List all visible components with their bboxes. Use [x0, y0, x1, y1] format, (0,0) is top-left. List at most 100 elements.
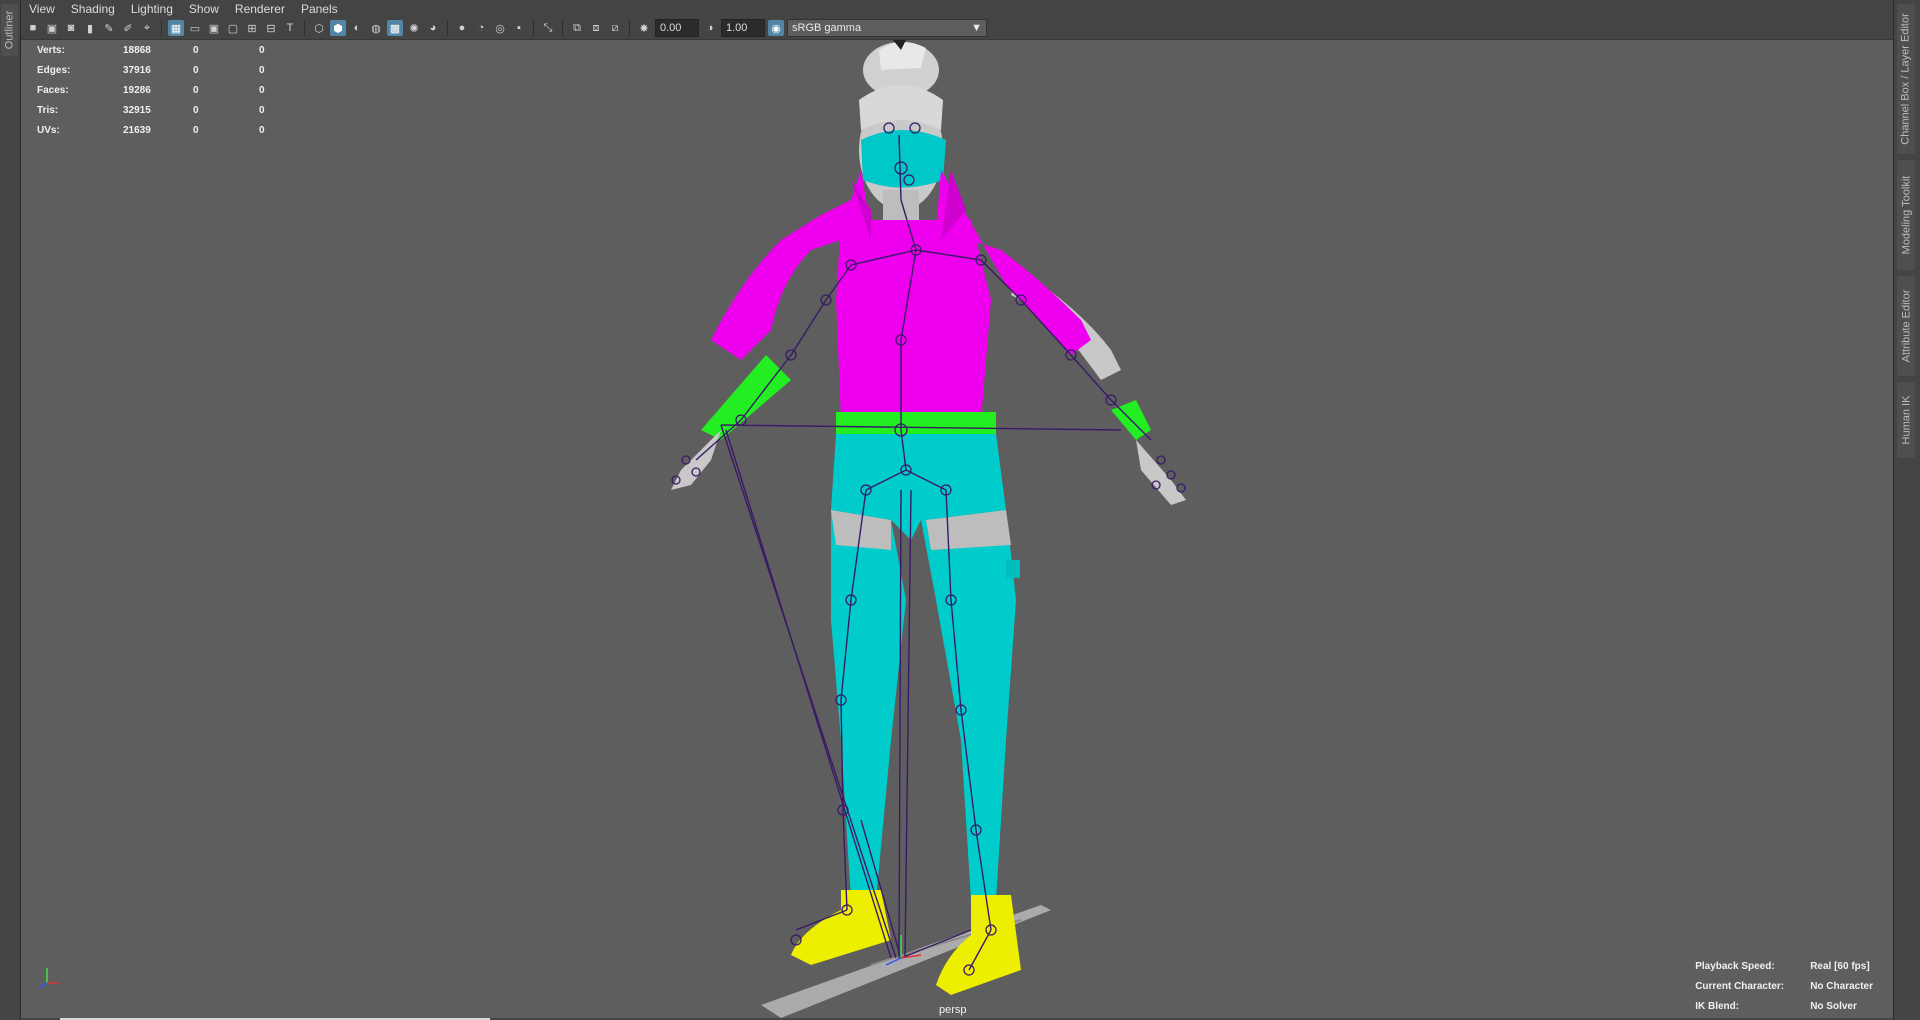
xray-icon[interactable]: ⧉ [569, 20, 585, 36]
image-plane-icon[interactable]: ▮ [82, 20, 98, 36]
hud-label: Faces: [37, 84, 69, 96]
toolbar-divider [447, 20, 448, 36]
safe-title-icon[interactable]: T [282, 20, 298, 36]
character-scene [38, 40, 1186, 1018]
field-chart-icon[interactable]: ⊞ [244, 20, 260, 36]
viewport-persp[interactable]: Verts: 18868 0 0 Edges: 37916 0 0 Faces:… [21, 40, 1893, 1018]
hud-value: 21639 [123, 124, 151, 136]
hud-row-playback-speed: Playback Speed: Real [60 fps] [1695, 956, 1873, 976]
film-gate-icon[interactable]: ▭ [187, 20, 203, 36]
tab-channel-box-label: Channel Box / Layer Editor [1900, 13, 1912, 145]
hud-label: UVs: [37, 124, 60, 136]
hud-value: 0 [193, 64, 199, 76]
backface-culling-icon[interactable]: ⧄ [607, 20, 623, 36]
toolbar-divider [562, 20, 563, 36]
default-material-icon[interactable]: ◐ [349, 20, 365, 36]
menu-lighting[interactable]: Lighting [123, 2, 181, 16]
tab-modeling-toolkit-label: Modeling Toolkit [1900, 175, 1912, 255]
tab-attribute-editor[interactable]: Attribute Editor [1897, 276, 1915, 376]
screen-space-ao-icon[interactable]: ● [454, 20, 470, 36]
pants [831, 434, 1020, 900]
hud-label: Current Character: [1695, 980, 1785, 992]
menu-view[interactable]: View [21, 2, 63, 16]
camera-tool-icon[interactable]: ⌖ [139, 20, 155, 36]
anti-aliasing-icon[interactable]: ◎ [492, 20, 508, 36]
hud-value: Real [60 fps] [1810, 960, 1870, 972]
exposure-field[interactable]: 0.00 [655, 19, 699, 37]
gamma-icon[interactable]: ◑ [702, 20, 718, 36]
hud-value: No Character [1810, 980, 1873, 992]
use-all-lights-icon[interactable]: ✺ [406, 20, 422, 36]
tab-human-ik-label: Human IK [1900, 395, 1913, 445]
hud-value: 32915 [123, 104, 151, 116]
color-space-dropdown[interactable]: sRGB gamma ▼ [787, 19, 987, 37]
hud-value: 0 [193, 124, 199, 136]
hud-value: 0 [259, 84, 265, 96]
hud-value: 0 [259, 44, 265, 56]
xray-joints-icon[interactable]: ⧈ [588, 20, 604, 36]
menu-panels[interactable]: Panels [293, 2, 346, 16]
color-space-value: sRGB gamma [792, 22, 862, 34]
outliner-strip: Outliner [0, 0, 21, 1020]
camera-name-label: persp [939, 1004, 967, 1016]
toolbar-divider [304, 20, 305, 36]
outliner-tab-label: Outliner [3, 10, 16, 50]
hud-row-uvs: UVs: 21639 0 0 [37, 120, 289, 140]
toolbar-divider [161, 20, 162, 36]
hud-label: Edges: [37, 64, 71, 76]
hud-label: Tris: [37, 104, 59, 116]
hud-value: 0 [193, 104, 199, 116]
hud-row-current-character: Current Character: No Character [1695, 976, 1873, 996]
hud-label: IK Blend: [1695, 1000, 1740, 1012]
tab-human-ik[interactable]: Human IK [1897, 382, 1915, 458]
menu-shading[interactable]: Shading [63, 2, 123, 16]
smooth-shade-icon[interactable]: ⬢ [330, 20, 346, 36]
select-camera-icon[interactable]: ■ [25, 20, 41, 36]
poly-count-hud: Verts: 18868 0 0 Edges: 37916 0 0 Faces:… [37, 40, 289, 140]
gate-mask-icon[interactable]: ▢ [225, 20, 241, 36]
textured-icon[interactable]: ▩ [387, 20, 403, 36]
hud-row-ik-blend: IK Blend: No Solver [1695, 996, 1873, 1016]
right-panel-strip: Channel Box / Layer Editor Modeling Tool… [1893, 0, 1920, 1020]
wireframe-icon[interactable]: ⬡ [311, 20, 327, 36]
hud-value: 0 [193, 84, 199, 96]
hud-label: Verts: [37, 44, 65, 56]
safe-action-icon[interactable]: ⊟ [263, 20, 279, 36]
menu-renderer[interactable]: Renderer [227, 2, 293, 16]
hud-value: 0 [259, 104, 265, 116]
tab-modeling-toolkit[interactable]: Modeling Toolkit [1897, 160, 1915, 270]
hud-label: Playback Speed: [1695, 960, 1775, 972]
hud-row-tris: Tris: 32915 0 0 [37, 100, 289, 120]
grid-icon[interactable]: ▦ [168, 20, 184, 36]
tab-attribute-editor-label: Attribute Editor [1900, 289, 1913, 363]
toolbar-divider [629, 20, 630, 36]
tab-channel-box[interactable]: Channel Box / Layer Editor [1897, 4, 1915, 154]
shadows-icon[interactable]: ◕ [425, 20, 441, 36]
motion-blur-icon[interactable]: ◔ [473, 20, 489, 36]
two-d-pan-icon[interactable]: ✎ [101, 20, 117, 36]
exposure-icon[interactable]: ✸ [636, 20, 652, 36]
hud-value: 0 [259, 64, 265, 76]
color-management-icon[interactable]: ◉ [768, 20, 784, 36]
hud-value: No Solver [1810, 1000, 1857, 1012]
hud-row-edges: Edges: 37916 0 0 [37, 60, 289, 80]
isolate-select-icon[interactable]: ⤡ [540, 20, 556, 36]
hud-value: 0 [259, 124, 265, 136]
grease-pencil-icon[interactable]: ✐ [120, 20, 136, 36]
hud-value: 37916 [123, 64, 151, 76]
bookmark-icon[interactable]: ◙ [63, 20, 79, 36]
toolbar-divider [533, 20, 534, 36]
hud-row-faces: Faces: 19286 0 0 [37, 80, 289, 100]
camera-attributes-icon[interactable]: ▣ [44, 20, 60, 36]
hud-value: 0 [193, 44, 199, 56]
outliner-tab[interactable]: Outliner [1, 4, 18, 56]
chevron-down-icon: ▼ [971, 22, 982, 34]
menu-show[interactable]: Show [181, 2, 227, 16]
hud-value: 18868 [123, 44, 151, 56]
gamma-field[interactable]: 1.00 [721, 19, 765, 37]
view-axis-gizmo [38, 968, 59, 989]
wireframe-on-shaded-icon[interactable]: ◍ [368, 20, 384, 36]
hud-value: 19286 [123, 84, 151, 96]
resolution-gate-icon[interactable]: ▣ [206, 20, 222, 36]
depth-of-field-icon[interactable]: ▪ [511, 20, 527, 36]
